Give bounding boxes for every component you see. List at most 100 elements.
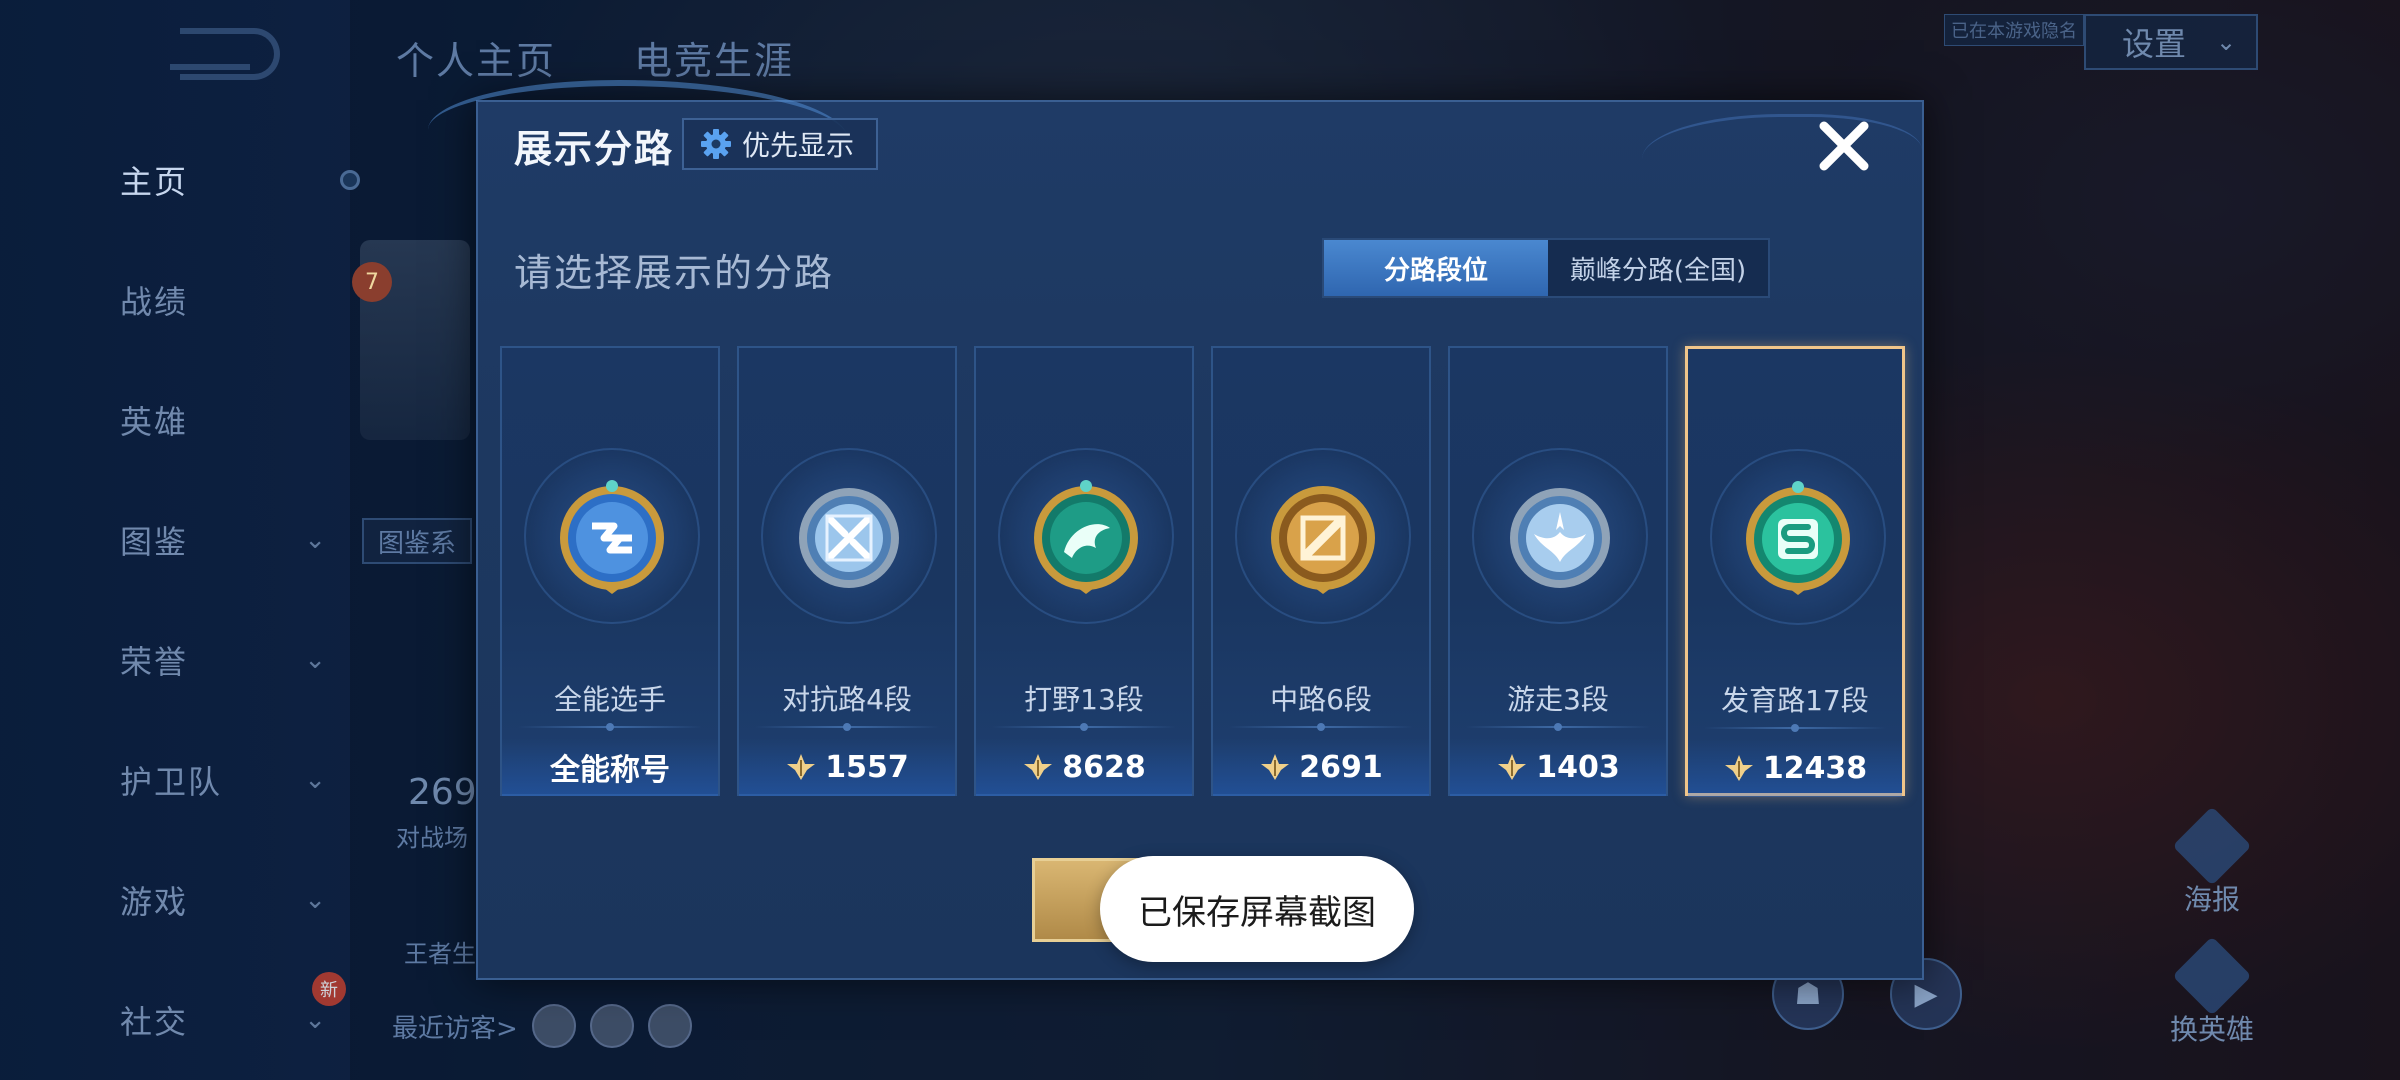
lane-card-jungle[interactable]: 打野13段 8628 (974, 346, 1194, 796)
lane-card-farm[interactable]: 发育路17段 12438 (1685, 346, 1905, 797)
recent-visitors-label: 最近访客> (392, 1013, 518, 1044)
sidebar: 主页 战绩 英雄 图鉴 ⌄ 荣誉 ⌄ 护卫队 ⌄ 游戏 ⌄ 社交 ⌄ 新 (0, 0, 350, 1080)
lane-display-dialog: 展示分路 优先显示 请选择展示的分路 分路段位 巅峰分路(全国) 全能选手 全能… (428, 80, 1924, 980)
farm-lane-emblem-icon (1746, 481, 1850, 595)
hidden-name-tag: 已在本游戏隐名 (1944, 14, 2084, 46)
poster-button[interactable]: 海报 (2162, 806, 2262, 918)
sidebar-item-guard[interactable]: 护卫队 ⌄ (120, 750, 340, 810)
screenshot-saved-toast: 已保存屏幕截图 (1100, 856, 1414, 962)
collection-tag: 图鉴系 (362, 518, 472, 564)
settings-button[interactable]: 设置 ⌄ (2084, 14, 2258, 70)
swap-hero-label: 换英雄 (2169, 1013, 2254, 1046)
lane-points-value: 1557 (825, 749, 909, 785)
divider (1704, 724, 1886, 732)
all-round-emblem-icon (560, 480, 664, 594)
visitor-avatar[interactable] (647, 1004, 692, 1048)
lane-points-value: 2691 (1299, 749, 1383, 785)
sidebar-item-label: 社交 (120, 1003, 189, 1041)
chevron-down-icon: ⌄ (304, 525, 328, 555)
chevron-down-icon: ⌄ (304, 1005, 328, 1035)
chevron-down-icon: ⌄ (304, 645, 328, 675)
decorative-swirl (1642, 114, 1922, 204)
priority-display-button[interactable]: 优先显示 (682, 118, 879, 170)
new-badge: 新 (312, 972, 346, 1006)
settings-label: 设置 (2122, 25, 2187, 63)
clash-lane-emblem-icon (799, 488, 899, 588)
level-badge: 7 (352, 262, 392, 302)
sidebar-item-label: 英雄 (120, 403, 189, 441)
dialog-subtitle: 请选择展示的分路 (514, 251, 835, 295)
divider (518, 723, 702, 731)
tab-profile[interactable]: 个人主页 (396, 30, 556, 85)
chevron-down-icon: ⌄ (304, 765, 328, 795)
sidebar-item-label: 主页 (120, 163, 189, 201)
recent-visitors[interactable]: 最近访客> (392, 1004, 692, 1048)
lane-card-list: 全能选手 全能称号 对抗路4段 1557 打野13段 8628 中路6段 269… (500, 346, 1905, 797)
sidebar-item-social[interactable]: 社交 ⌄ (120, 990, 340, 1050)
lane-card-clash[interactable]: 对抗路4段 1557 (737, 346, 957, 796)
sidebar-item-label: 游戏 (120, 883, 189, 921)
king-label: 王者生 (404, 940, 476, 968)
battle-points-icon (1498, 754, 1527, 780)
lane-label: 全能选手 (553, 683, 666, 716)
lane-value: 1557 (739, 738, 955, 796)
sidebar-item-heroes[interactable]: 英雄 (120, 390, 340, 450)
sidebar-item-home[interactable]: 主页 (120, 150, 340, 210)
tab-peak-lane-national[interactable]: 巅峰分路(全国) (1548, 240, 1768, 296)
jungle-emblem-icon (1034, 480, 1138, 594)
sidebar-item-label: 护卫队 (120, 763, 223, 801)
sidebar-item-record[interactable]: 战绩 (120, 270, 340, 330)
sidebar-item-label: 战绩 (120, 283, 189, 321)
dialog-title: 展示分路 (514, 127, 675, 171)
sidebar-item-honor[interactable]: 荣誉 ⌄ (120, 630, 340, 690)
poster-icon (2172, 806, 2252, 886)
divider (992, 723, 1176, 731)
lane-value: 2691 (1213, 738, 1429, 796)
divider (1466, 723, 1650, 731)
lane-label: 发育路17段 (1721, 684, 1869, 717)
sidebar-indicator-dot (340, 170, 360, 190)
lane-points-value: 8628 (1062, 749, 1146, 785)
lane-card-roam[interactable]: 游走3段 1403 (1448, 346, 1668, 796)
battle-points-icon (1024, 754, 1053, 780)
mid-lane-emblem-icon (1271, 486, 1375, 594)
poster-label: 海报 (2183, 883, 2240, 916)
visitor-avatar[interactable] (531, 1004, 576, 1048)
divider (755, 723, 939, 731)
tab-esports-career[interactable]: 电竞生涯 (634, 30, 794, 85)
close-button[interactable] (1812, 114, 1876, 178)
sidebar-item-label: 图鉴 (120, 523, 189, 561)
chevron-down-icon: ⌄ (2216, 28, 2237, 56)
play-icon: ▶ (1914, 976, 1938, 1012)
visitor-avatar[interactable] (589, 1004, 634, 1048)
battle-points-icon (1724, 755, 1753, 781)
lane-value: 8628 (976, 738, 1192, 796)
close-icon (1819, 121, 1869, 171)
sidebar-item-game[interactable]: 游戏 ⌄ (120, 870, 340, 930)
lane-label: 中路6段 (1270, 683, 1372, 716)
sidebar-item-label: 荣誉 (120, 643, 189, 681)
lane-label: 对抗路4段 (782, 683, 912, 716)
match-count-value: 269 (408, 772, 477, 813)
lane-points-value: 1403 (1536, 749, 1620, 785)
battle-points-icon (1261, 754, 1290, 780)
match-count-label: 对战场 (396, 824, 468, 852)
swap-hero-icon (2172, 936, 2252, 1016)
divider (1229, 723, 1413, 731)
lane-card-mid[interactable]: 中路6段 2691 (1211, 346, 1431, 796)
sidebar-item-collection[interactable]: 图鉴 ⌄ (120, 510, 340, 570)
chevron-down-icon: ⌄ (304, 885, 328, 915)
lane-points-value: 12438 (1762, 750, 1868, 786)
lane-value: 1403 (1450, 738, 1666, 796)
swap-hero-button[interactable]: 换英雄 (2162, 936, 2262, 1048)
lane-label: 打野13段 (1024, 683, 1144, 716)
back-button[interactable] (170, 28, 280, 80)
gear-icon (701, 129, 731, 159)
lane-title-text: 全能称号 (550, 753, 670, 788)
priority-display-label: 优先显示 (742, 129, 855, 162)
lane-card-all-round[interactable]: 全能选手 全能称号 (500, 346, 720, 796)
lane-type-segmented-control: 分路段位 巅峰分路(全国) (1322, 238, 1770, 298)
tab-lane-rank[interactable]: 分路段位 (1324, 240, 1548, 296)
person-icon: ☗ (1794, 976, 1822, 1012)
lane-label: 游走3段 (1507, 683, 1609, 716)
